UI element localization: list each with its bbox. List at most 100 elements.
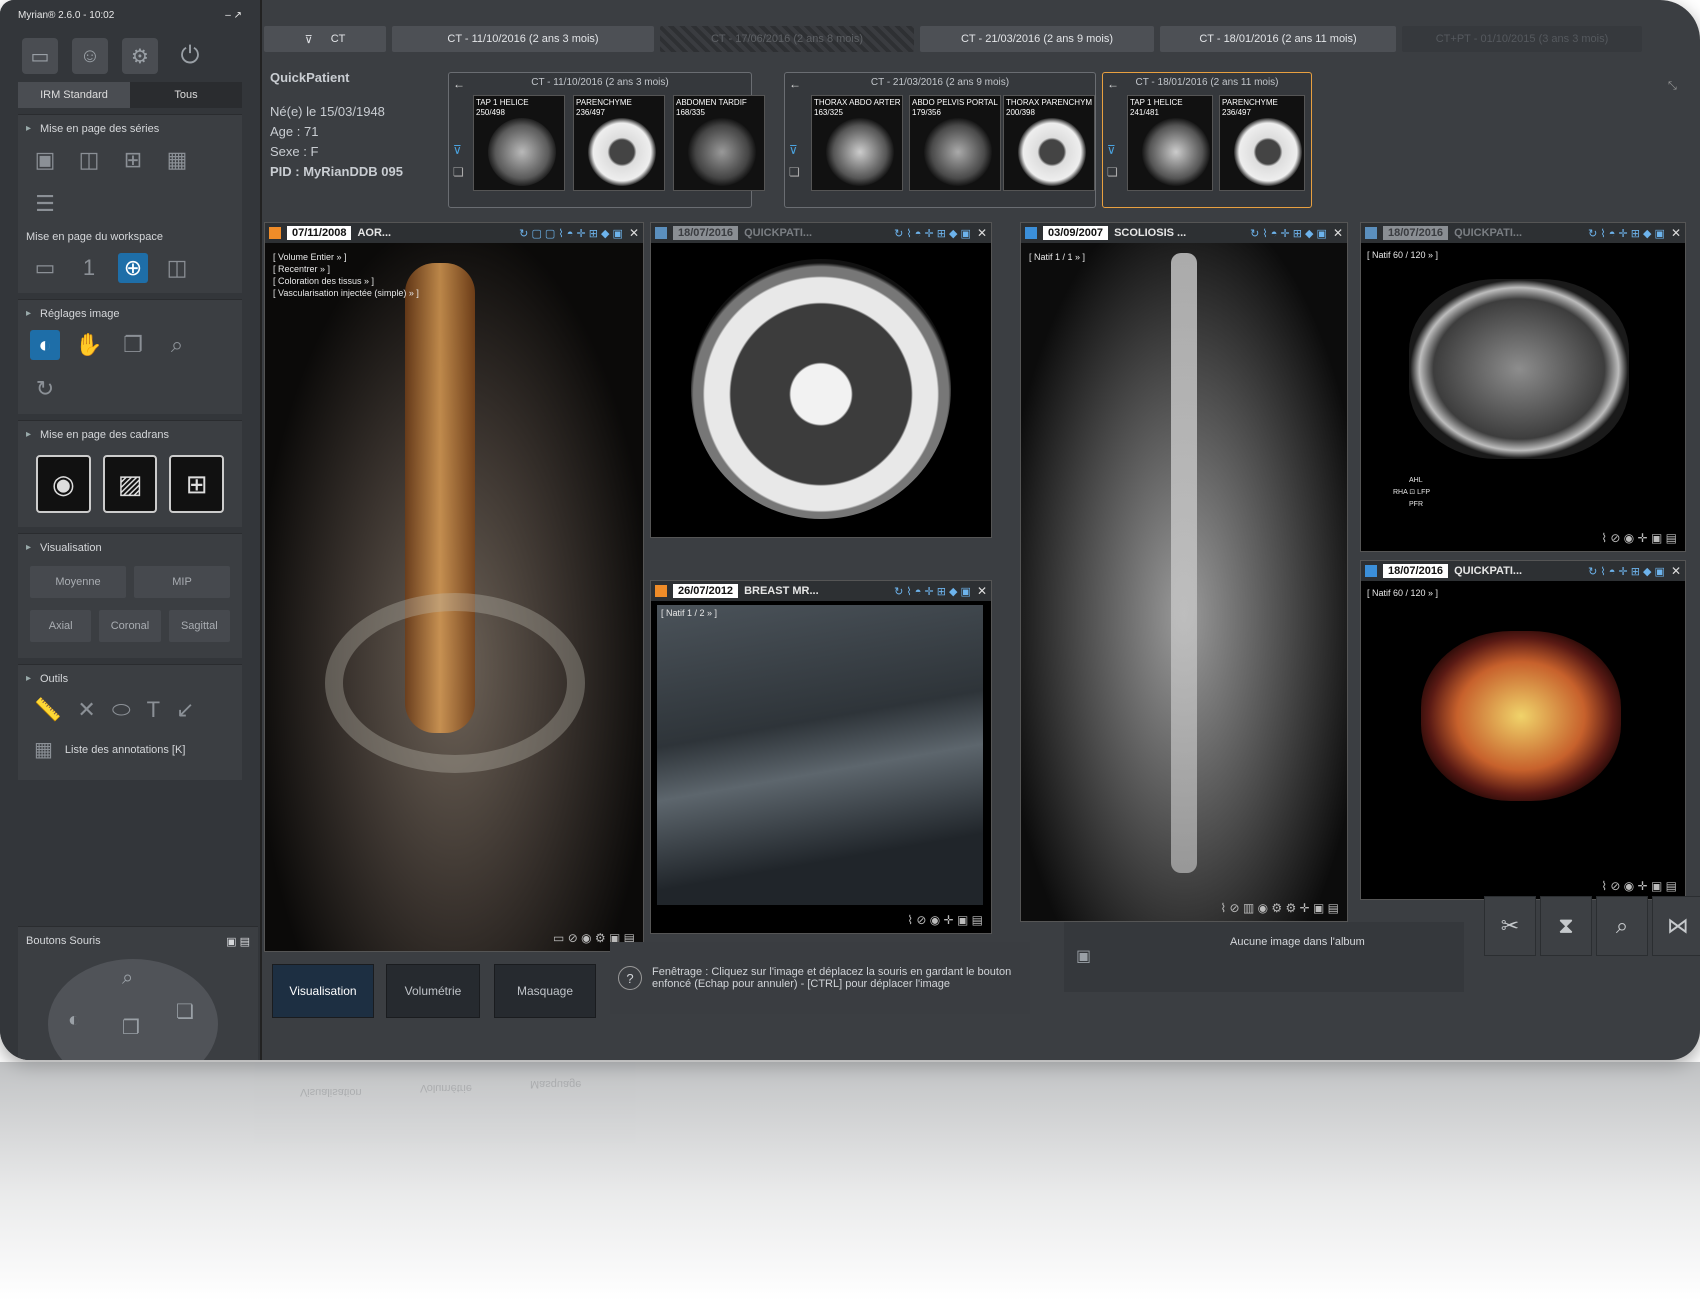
annotations-list-icon[interactable]: ▦ — [34, 737, 53, 762]
layout-2x2-icon[interactable]: ⊞ — [118, 145, 148, 175]
layout-list-icon[interactable]: ☰ — [30, 189, 60, 219]
help-icon[interactable]: ? — [618, 966, 642, 990]
hourglass-icon[interactable]: ⧗ — [1540, 896, 1592, 956]
close-icon[interactable]: ✕ — [977, 584, 987, 598]
study-tab[interactable]: CT - 21/03/2016 (2 ans 9 mois) — [920, 26, 1154, 52]
viewport-footer-icons[interactable]: ⌇ ⊘ ◉ ✛ ▣ ▤ — [1601, 879, 1677, 893]
close-icon[interactable]: ✕ — [1671, 226, 1681, 240]
section-title[interactable]: Réglages image — [26, 304, 234, 328]
series-thumbnail[interactable]: THORAX ABDO ARTER 163/325 — [811, 95, 903, 191]
viewport-toolbar[interactable]: ↻ ⌇ ◓ ✛ ⊞ ◆ ▣ — [894, 227, 971, 240]
viewport-toolbar[interactable]: ↻ ⌇ ◓ ✛ ⊞ ◆ ▣ — [894, 585, 971, 598]
text-icon[interactable]: T — [147, 697, 160, 723]
scissors-icon[interactable]: ✂ — [1484, 896, 1536, 956]
tab-visualisation[interactable]: Visualisation — [272, 964, 374, 1018]
viewport-footer-icons[interactable]: ⌇ ⊘ ▥ ◉ ⚙ ⚙ ✛ ▣ ▤ — [1220, 901, 1339, 915]
folder-icon[interactable]: ▭ — [22, 38, 58, 74]
back-arrow-icon[interactable]: ← — [1107, 77, 1119, 91]
series-thumbnail[interactable]: PARENCHYME 236/497 — [1219, 95, 1305, 191]
filter-icon[interactable]: ⊽ — [1107, 143, 1116, 157]
butterfly-icon[interactable]: ⋈ — [1652, 896, 1700, 956]
section-title[interactable]: Outils — [26, 669, 234, 693]
study-tab[interactable]: CT - 18/01/2016 (2 ans 11 mois) — [1160, 26, 1396, 52]
viewport-pet[interactable]: 18/07/2016 QUICKPATI... ↻ ⌇ ◓ ✛ ⊞ ◆ ▣ ✕ … — [1360, 560, 1686, 900]
viewport-lung-ct[interactable]: 18/07/2016 QUICKPATI... ↻ ⌇ ◓ ✛ ⊞ ◆ ▣ ✕ — [650, 222, 992, 538]
series-thumbnail[interactable]: ABDOMEN TARDIF 168/335 — [673, 95, 765, 191]
coronal-button[interactable]: Coronal — [99, 610, 161, 642]
viewport-footer-icons[interactable]: ⌇ ⊘ ◉ ✛ ▣ ▤ — [907, 913, 983, 927]
close-icon[interactable]: ✕ — [629, 226, 639, 240]
workspace-split-icon[interactable]: ◫ — [162, 253, 192, 283]
back-arrow-icon[interactable]: ← — [789, 77, 801, 91]
tab-masquage[interactable]: Masquage — [494, 964, 596, 1018]
copy-icon[interactable]: ❏ — [453, 165, 464, 179]
axial-frame-icon[interactable]: ◉ — [36, 455, 91, 513]
section-title[interactable]: Mise en page des séries — [26, 119, 234, 143]
section-title[interactable]: Mise en page des cadrans — [26, 425, 234, 449]
viewport-mri[interactable]: 18/07/2016 QUICKPATI... ↻ ⌇ ◓ ✛ ⊞ ◆ ▣ ✕ … — [1360, 222, 1686, 552]
viewport-toolbar[interactable]: ↻ ⌇ ◓ ✛ ⊞ ◆ ▣ — [1588, 227, 1665, 240]
tab-volumetrie[interactable]: Volumétrie — [386, 964, 480, 1018]
roi-icon[interactable]: ⬭ — [112, 697, 131, 723]
viewport-overlay[interactable]: [ Volume Entier » ] [ Recentrer » ] [ Co… — [273, 251, 419, 299]
mip-button[interactable]: MIP — [134, 566, 230, 598]
filter-icon[interactable]: ⊽ — [453, 143, 462, 157]
annotations-list-label[interactable]: Liste des annotations [K] — [65, 744, 185, 756]
workspace-selected-icon[interactable]: ⊕ — [118, 253, 148, 283]
orientation-cube[interactable]: AHL RHA ⊡ LFP PFR — [1393, 475, 1430, 511]
section-title[interactable]: Visualisation — [26, 538, 234, 562]
power-icon[interactable]: ⏻ — [172, 38, 208, 74]
series-thumbnail[interactable]: THORAX PARENCHYM 200/398 — [1003, 95, 1095, 191]
tab-irm-standard[interactable]: IRM Standard — [18, 82, 130, 108]
viewport-overlay[interactable]: [ Natif 60 / 120 » ] — [1367, 249, 1438, 261]
back-arrow-icon[interactable]: ← — [453, 77, 465, 91]
layout-3x3-icon[interactable]: ▦ — [162, 145, 192, 175]
volume-frame-icon[interactable]: ▨ — [102, 455, 158, 513]
viewport-vr-aorta[interactable]: 07/11/2008 AOR... ↻ ▢ ▢ ⌇ ◓ ✛ ⊞ ◆ ▣ ✕ [ … — [264, 222, 644, 952]
workspace-1-icon[interactable]: 1 — [74, 253, 104, 283]
series-thumbnail[interactable]: TAP 1 HELICE 250/498 — [473, 95, 565, 191]
axial-button[interactable]: Axial — [30, 610, 92, 642]
layout-1x1-icon[interactable]: ▣ — [30, 145, 60, 175]
study-tab[interactable]: CT+PT - 01/10/2015 (3 ans 3 mois) — [1402, 26, 1642, 52]
mouse-diagram[interactable]: ⌕ ◐ ❐ ❏ — [48, 959, 218, 1060]
tab-ct-filter[interactable]: ⊽ CT — [264, 26, 386, 52]
workspace-monitor-icon[interactable]: ▭ — [30, 253, 60, 283]
viewport-xray[interactable]: 03/09/2007 SCOLIOSIS ... ↻ ⌇ ◓ ✛ ⊞ ◆ ▣ ✕… — [1020, 222, 1348, 922]
filter-icon[interactable]: ⊽ — [789, 143, 798, 157]
series-thumbnail[interactable]: PARENCHYME 236/497 — [573, 95, 665, 191]
camera-icon[interactable]: ▣ — [1076, 946, 1091, 966]
sagittal-button[interactable]: Sagittal — [168, 610, 230, 642]
rotate-icon[interactable]: ↻ — [30, 374, 60, 404]
series-thumbnail[interactable]: ABDO PELVIS PORTAL 179/356 — [909, 95, 1001, 191]
viewport-overlay[interactable]: [ Natif 60 / 120 » ] — [1367, 587, 1438, 599]
study-tab[interactable]: CT - 11/10/2016 (2 ans 3 mois) — [392, 26, 654, 52]
arrow-icon[interactable]: ↙ — [176, 697, 194, 723]
layout-1x2-icon[interactable]: ◫ — [74, 145, 104, 175]
user-icon[interactable]: ☺ — [72, 38, 108, 74]
close-icon[interactable]: ✕ — [1671, 564, 1681, 578]
viewport-overlay[interactable]: [ Natif 1 / 2 » ] — [661, 607, 717, 619]
series-thumbnail[interactable]: TAP 1 HELICE 241/481 — [1127, 95, 1213, 191]
zoom-icon[interactable]: ⌕ — [162, 330, 192, 360]
close-icon[interactable]: ✕ — [1333, 226, 1343, 240]
multi-frame-icon[interactable]: ⊞ — [169, 455, 225, 513]
pan-hand-icon[interactable]: ✋ — [74, 330, 104, 360]
pin-icon[interactable]: ⤡ — [1668, 80, 1677, 93]
mouse-settings-icon[interactable]: ▣ ▤ — [226, 935, 250, 948]
windowing-icon[interactable]: ◐ — [30, 330, 60, 360]
moyenne-button[interactable]: Moyenne — [30, 566, 126, 598]
viewport-toolbar[interactable]: ↻ ▢ ▢ ⌇ ◓ ✛ ⊞ ◆ ▣ — [519, 227, 623, 240]
window-controls[interactable]: – ↗ — [225, 10, 242, 21]
viewport-toolbar[interactable]: ↻ ⌇ ◓ ✛ ⊞ ◆ ▣ — [1250, 227, 1327, 240]
close-icon[interactable]: ✕ — [977, 226, 987, 240]
angle-icon[interactable]: ✕ — [77, 697, 95, 723]
search-person-icon[interactable]: ⌕ — [1596, 896, 1648, 956]
copy-icon[interactable]: ❏ — [789, 165, 800, 179]
copy-icon[interactable]: ❏ — [1107, 165, 1118, 179]
viewport-toolbar[interactable]: ↻ ⌇ ◓ ✛ ⊞ ◆ ▣ — [1588, 565, 1665, 578]
ruler-icon[interactable]: 📏 — [34, 697, 61, 723]
viewport-overlay[interactable]: [ Natif 1 / 1 » ] — [1029, 251, 1085, 263]
viewport-breast[interactable]: 26/07/2012 BREAST MR... ↻ ⌇ ◓ ✛ ⊞ ◆ ▣ ✕ … — [650, 580, 992, 934]
study-tab[interactable]: CT - 17/06/2016 (2 ans 8 mois) — [660, 26, 914, 52]
